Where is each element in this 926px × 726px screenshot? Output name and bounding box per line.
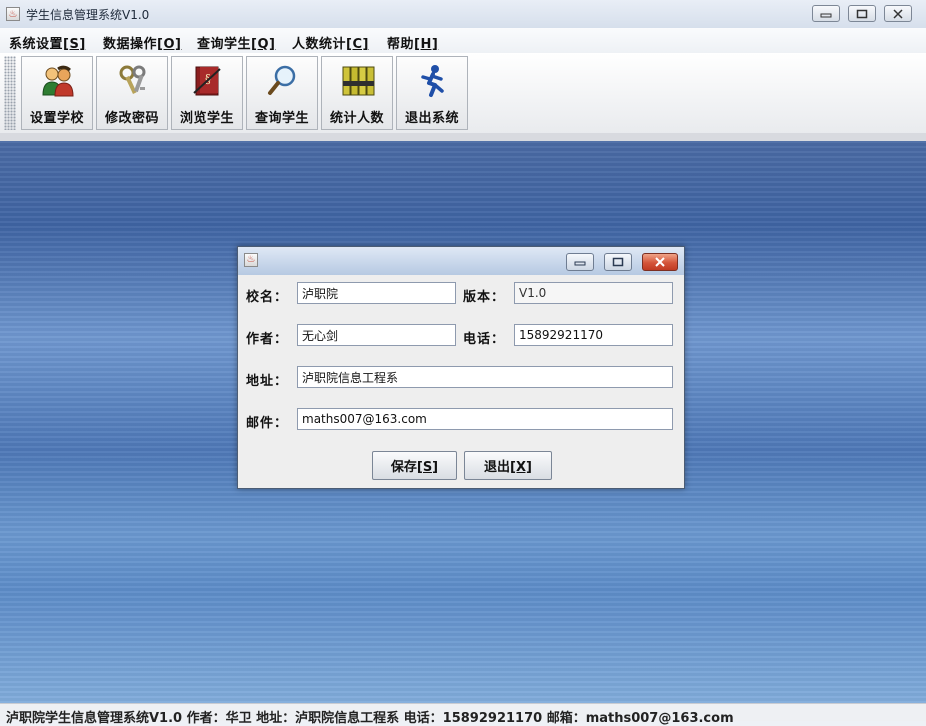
save-button[interactable]: 保存[S]	[372, 451, 457, 480]
toolbar-grip[interactable]	[4, 56, 16, 130]
menu-system-settings[interactable]: 系统设置[S]	[9, 33, 86, 52]
button-mnemonic: [X]	[510, 460, 532, 475]
email-label: 邮件：	[246, 416, 289, 431]
close-icon	[655, 257, 665, 267]
magnifier-icon	[268, 65, 296, 95]
menu-data-operation[interactable]: 数据操作[O]	[103, 33, 181, 52]
minimize-button[interactable]	[812, 5, 840, 22]
status-text: 泸职院学生信息管理系统V1.0 作者：华卫 地址：泸职院信息工程系 电话：158…	[6, 711, 734, 726]
menu-mnemonic: [C]	[346, 37, 369, 52]
button-label: 退出	[484, 460, 511, 475]
tool-label: 查询学生	[254, 111, 309, 126]
button-label: 保存	[390, 460, 417, 475]
java-cup-icon: ♨	[244, 253, 258, 267]
menu-label: 帮助	[387, 37, 415, 52]
window-title: 学生信息管理系统V1.0	[26, 8, 150, 22]
minimize-icon	[574, 261, 586, 266]
version-input[interactable]	[514, 282, 673, 304]
address-input[interactable]	[297, 366, 673, 388]
version-label: 版本：	[463, 290, 506, 305]
maximize-icon	[612, 257, 624, 267]
menu-mnemonic: [S]	[63, 37, 86, 52]
maximize-icon	[856, 9, 868, 19]
set-school-button[interactable]: 设置学校	[21, 56, 93, 130]
tool-label: 退出系统	[404, 111, 459, 126]
binders-icon	[342, 66, 375, 96]
menu-label: 数据操作	[103, 37, 158, 52]
browse-students-button[interactable]: § 浏览学生	[171, 56, 243, 130]
change-password-button[interactable]: 修改密码	[96, 56, 168, 130]
query-student-button[interactable]: 查询学生	[246, 56, 318, 130]
menu-label: 系统设置	[9, 37, 64, 52]
tool-label: 统计人数	[329, 111, 384, 126]
book-icon: §	[193, 66, 221, 96]
menu-mnemonic: [H]	[414, 37, 439, 52]
dialog-close-button[interactable]	[642, 253, 678, 271]
menu-query-student[interactable]: 查询学生[Q]	[197, 33, 275, 52]
minimize-icon	[820, 13, 832, 18]
maximize-button[interactable]	[848, 5, 876, 22]
dialog-minimize-button[interactable]	[566, 253, 594, 271]
menu-count-statistics[interactable]: 人数统计[C]	[292, 33, 369, 52]
author-label: 作者：	[246, 332, 289, 347]
java-cup-icon: ♨	[6, 7, 20, 21]
phone-input[interactable]	[514, 324, 673, 346]
phone-label: 电话：	[463, 332, 506, 347]
menu-help[interactable]: 帮助[H]	[387, 33, 438, 52]
close-button[interactable]	[884, 5, 912, 22]
menu-mnemonic: [Q]	[251, 37, 276, 52]
users-icon	[42, 65, 74, 97]
count-statistics-button[interactable]: 统计人数	[321, 56, 393, 130]
keys-icon	[119, 65, 146, 95]
address-label: 地址：	[246, 374, 289, 389]
exit-button[interactable]: 退出[X]	[464, 451, 552, 480]
menu-label: 查询学生	[197, 37, 252, 52]
dialog-maximize-button[interactable]	[604, 253, 632, 271]
close-icon	[893, 9, 903, 19]
tool-label: 修改密码	[104, 111, 159, 126]
school-label: 校名：	[246, 290, 289, 305]
author-input[interactable]	[297, 324, 456, 346]
school-name-input[interactable]	[297, 282, 456, 304]
menu-label: 人数统计	[292, 37, 347, 52]
exit-system-button[interactable]: 退出系统	[396, 56, 468, 130]
email-input[interactable]	[297, 408, 673, 430]
menu-mnemonic: [O]	[157, 37, 182, 52]
button-mnemonic: [S]	[416, 460, 439, 475]
tool-label: 浏览学生	[179, 111, 234, 126]
running-man-icon	[421, 65, 444, 97]
tool-label: 设置学校	[29, 111, 84, 126]
